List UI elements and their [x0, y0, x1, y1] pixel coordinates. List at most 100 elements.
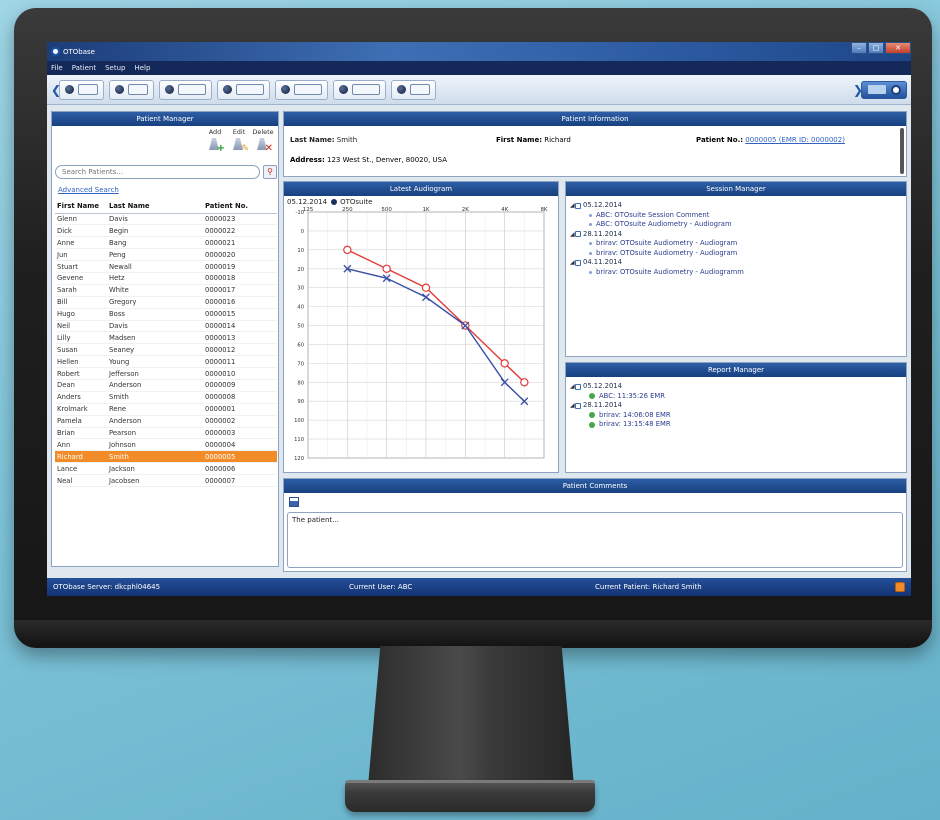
- tree-date-label: 05.12.2014: [583, 201, 622, 209]
- table-row[interactable]: Hellen Young 0000011: [55, 355, 277, 369]
- patient-no-cell: 0000016: [203, 296, 277, 309]
- table-row[interactable]: Gevene Hetz 0000018: [55, 272, 277, 285]
- table-row[interactable]: Susan Seaney 0000012: [55, 343, 277, 357]
- patient-no-cell: 0000013: [203, 331, 277, 345]
- calendar-icon: [575, 402, 581, 409]
- tree-date-node[interactable]: ◢ 28.11.2014: [570, 401, 902, 411]
- menu-help[interactable]: Help: [134, 64, 150, 72]
- menu-setup[interactable]: Setup: [105, 64, 125, 72]
- mode-switch-button[interactable]: [861, 80, 907, 99]
- tree-item-label: brirav: 14:06:08 EMR: [599, 410, 671, 419]
- patient-no-cell: 0000012: [203, 343, 277, 357]
- table-row[interactable]: Bill Gregory 0000016: [55, 296, 277, 309]
- right-ear-marker: [500, 359, 509, 368]
- session-manager-panel: Session Manager ◢ 05.12.2014 ABC: OTOsuite…: [565, 181, 907, 357]
- table-row[interactable]: Robert Jefferson 0000010: [55, 367, 277, 380]
- y-tick-label: 90: [297, 399, 304, 405]
- status-indicator-icon[interactable]: [895, 582, 905, 592]
- tree-item[interactable]: brirav: OTOsuite Audiometry - Audiogram: [570, 249, 902, 259]
- menu-patient[interactable]: Patient: [72, 64, 96, 72]
- panel-title: Patient Manager: [52, 112, 278, 126]
- monitor-stand: [368, 646, 574, 786]
- edit-user-icon: ✎: [233, 138, 249, 154]
- tree-date-node[interactable]: ◢ 04.11.2014: [570, 258, 902, 268]
- calendar-icon: [575, 383, 581, 390]
- column-header-patient-no[interactable]: Patient No.: [203, 200, 277, 214]
- first-name-cell: Brian: [55, 427, 107, 440]
- column-header-first-name[interactable]: First Name: [55, 200, 107, 214]
- tree-item[interactable]: brirav: OTOsuite Audiometry - Audiogramm: [570, 268, 902, 278]
- search-input[interactable]: [55, 165, 260, 179]
- last-name-cell: Bang: [107, 236, 203, 250]
- tree-item[interactable]: ABC: OTOsuite Session Comment: [570, 211, 902, 221]
- table-row[interactable]: Jun Peng 0000020: [55, 248, 277, 262]
- tree-item[interactable]: ABC: OTOsuite Audiometry - Audiogram: [570, 220, 902, 230]
- table-row[interactable]: Stuart Newall 0000019: [55, 260, 277, 273]
- patient-no-cell: 0000008: [203, 391, 277, 404]
- nav-back-icon[interactable]: ❮: [51, 80, 61, 100]
- module-button-2[interactable]: [109, 79, 154, 100]
- table-row[interactable]: Pamela Anderson 0000002: [55, 415, 277, 428]
- search-icon[interactable]: ⚲: [263, 165, 277, 179]
- last-name-cell: Rene: [107, 403, 203, 416]
- tree-item[interactable]: brirav: 14:06:08 EMR: [570, 411, 902, 421]
- patient-info-panel: Patient Information Last Name: Smith Fir…: [283, 111, 907, 177]
- delete-patient-button[interactable]: Delete ✕: [252, 128, 274, 154]
- tree-date-label: 04.11.2014: [583, 258, 622, 266]
- module-button-7[interactable]: [391, 79, 436, 100]
- tree-date-node[interactable]: ◢ 28.11.2014: [570, 230, 902, 240]
- last-name-cell: Davis: [107, 320, 203, 333]
- patient-no-label: Patient No.:: [696, 136, 744, 144]
- tree-item[interactable]: brirav: OTOsuite Audiometry - Audiogram: [570, 239, 902, 249]
- close-button[interactable]: ✕: [885, 42, 911, 54]
- column-header-last-name[interactable]: Last Name: [107, 200, 203, 214]
- add-patient-button[interactable]: Add +: [204, 128, 226, 154]
- table-row[interactable]: Dean Anderson 0000009: [55, 379, 277, 392]
- patient-no-cell: 0000018: [203, 272, 277, 285]
- table-row[interactable]: Brian Pearson 0000003: [55, 427, 277, 440]
- table-row[interactable]: Lilly Madsen 0000013: [55, 331, 277, 345]
- add-label: Add: [208, 128, 222, 136]
- radio-icon[interactable]: [331, 199, 338, 205]
- scrollbar[interactable]: [900, 128, 904, 174]
- module-button-5[interactable]: [275, 79, 328, 100]
- first-name-cell: Gevene: [55, 272, 107, 285]
- minimize-button[interactable]: –: [851, 42, 867, 54]
- edit-patient-button[interactable]: Edit ✎: [228, 128, 250, 154]
- table-row[interactable]: Neal Jacobsen 0000007: [55, 474, 277, 487]
- table-row[interactable]: Neil Davis 0000014: [55, 320, 277, 333]
- table-row[interactable]: Ann Johnson 0000004: [55, 438, 277, 452]
- module-button-1[interactable]: [59, 79, 104, 100]
- table-row[interactable]: Lance Jackson 0000006: [55, 462, 277, 476]
- first-name-cell: Pamela: [55, 415, 107, 428]
- first-name-cell: Krolmark: [55, 403, 107, 416]
- menu-file[interactable]: File: [51, 64, 63, 72]
- module-button-4[interactable]: [217, 79, 270, 100]
- table-row[interactable]: Krolmark Rene 0000001: [55, 403, 277, 416]
- last-name-cell: Jackson: [107, 462, 203, 476]
- table-row[interactable]: Hugo Boss 0000015: [55, 308, 277, 321]
- toolbar: ❮ ❯: [47, 75, 911, 105]
- tree-date-node[interactable]: ◢ 05.12.2014: [570, 201, 902, 211]
- advanced-search-link[interactable]: Advanced Search: [58, 186, 119, 194]
- nav-forward-icon[interactable]: ❯: [853, 80, 863, 100]
- calendar-icon: [575, 259, 581, 266]
- module-button-3[interactable]: [159, 79, 212, 100]
- patient-no-cell: 0000021: [203, 236, 277, 250]
- patient-no-link[interactable]: 0000005 (EMR ID: 0000002): [745, 136, 845, 144]
- maximize-button[interactable]: □: [868, 42, 884, 54]
- table-row[interactable]: Glenn Davis 0000023: [55, 213, 277, 226]
- table-row[interactable]: Dick Begin 0000022: [55, 224, 277, 238]
- module-button-6[interactable]: [333, 79, 386, 100]
- server-status: OTObase Server: dkcphl04645: [53, 583, 161, 591]
- table-row[interactable]: Sarah White 0000017: [55, 284, 277, 297]
- current-user: Current User: ABC: [349, 583, 413, 591]
- save-icon[interactable]: [289, 497, 299, 507]
- comment-textarea[interactable]: The patient...: [287, 512, 903, 568]
- tree-item[interactable]: brirav: 13:15:48 EMR: [570, 420, 902, 430]
- tree-item[interactable]: ABC: 11:35:26 EMR: [570, 392, 902, 402]
- table-row[interactable]: Anne Bang 0000021: [55, 236, 277, 250]
- tree-date-node[interactable]: ◢ 05.12.2014: [570, 382, 902, 392]
- table-row[interactable]: Anders Smith 0000008: [55, 391, 277, 404]
- table-row[interactable]: Richard Smith 0000005: [55, 450, 277, 464]
